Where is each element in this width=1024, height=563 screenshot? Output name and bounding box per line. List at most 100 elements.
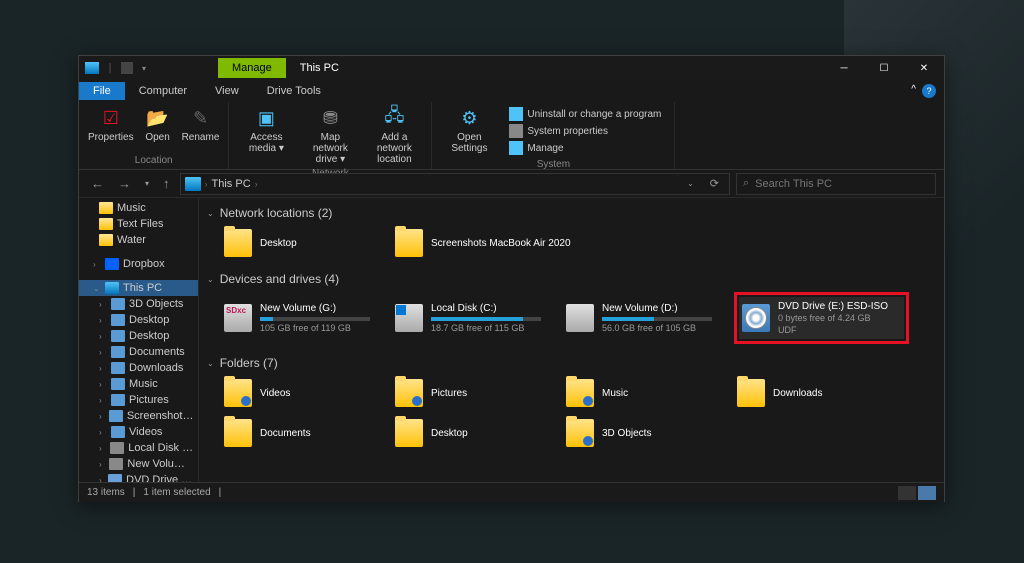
drive-local-disk-c[interactable]: Local Disk (C:)18.7 GB free of 115 GB: [392, 292, 557, 344]
ribbon-group-location: ☑Properties 📂Open ✎Rename Location: [79, 102, 229, 169]
breadcrumb-dropdown[interactable]: ⌄: [681, 179, 700, 188]
search-icon: ⌕: [743, 177, 749, 190]
chevron-right-icon[interactable]: ›: [205, 179, 208, 189]
sidebar-item-this-pc[interactable]: ⌄This PC: [79, 280, 198, 296]
folder-3d-objects[interactable]: 3D Objects: [563, 416, 728, 450]
sidebar-item-local-disk-c[interactable]: ›Local Disk (C:): [79, 440, 198, 456]
add-network-location-button[interactable]: 🖧Add a network location: [363, 104, 425, 167]
view-tab[interactable]: View: [201, 82, 253, 100]
chevron-down-icon[interactable]: ⌄: [93, 284, 101, 293]
help-icon[interactable]: ?: [922, 84, 936, 98]
minimize-button[interactable]: ─: [824, 56, 864, 80]
breadcrumb-segment[interactable]: This PC: [212, 178, 251, 190]
recent-dropdown[interactable]: ▾: [141, 179, 153, 188]
file-tab[interactable]: File: [79, 82, 125, 100]
sidebar-item-dropbox[interactable]: ›Dropbox: [79, 256, 198, 272]
videos-folder-icon: [224, 379, 252, 407]
status-selected-count: 1 item selected: [143, 487, 210, 498]
sidebar-item-documents[interactable]: ›Documents: [79, 344, 198, 360]
desktop-folder-icon: [395, 419, 423, 447]
chevron-down-icon[interactable]: ⌄: [207, 209, 214, 218]
chevron-down-icon[interactable]: ⌄: [207, 275, 214, 284]
sidebar-item-3d-objects[interactable]: ›3D Objects: [79, 296, 198, 312]
folder-videos[interactable]: Videos: [221, 376, 386, 410]
drive-icon: [566, 304, 594, 332]
sidebar-item-water[interactable]: Water: [79, 232, 198, 248]
sidebar-item-text-files[interactable]: Text Files: [79, 216, 198, 232]
qat-item[interactable]: [121, 62, 133, 74]
drive-new-volume-d[interactable]: New Volume (D:)56.0 GB free of 105 GB: [563, 292, 728, 344]
group-label-system: System: [438, 158, 668, 171]
folder-pictures[interactable]: Pictures: [392, 376, 557, 410]
back-button[interactable]: ←: [87, 176, 108, 191]
uninstall-icon: [509, 107, 523, 121]
details-view-button[interactable]: [898, 486, 916, 500]
map-network-drive-button[interactable]: ⛃Map network drive ▾: [299, 104, 361, 167]
sidebar-item-new-volume-d[interactable]: ›New Volume (D:): [79, 456, 198, 472]
rename-button[interactable]: ✎Rename: [179, 104, 223, 154]
chevron-right-icon[interactable]: ›: [93, 260, 101, 269]
sys-props-icon: [509, 124, 523, 138]
chevron-right-icon[interactable]: ›: [255, 179, 258, 189]
open-button[interactable]: 📂Open: [139, 104, 177, 154]
folder-documents[interactable]: Documents: [221, 416, 386, 450]
section-devices-drives[interactable]: ⌄Devices and drives (4): [207, 268, 936, 290]
window-title: This PC: [286, 58, 353, 78]
properties-button[interactable]: ☑Properties: [85, 104, 137, 154]
search-input[interactable]: ⌕ Search This PC: [736, 173, 936, 195]
qat-dropdown[interactable]: ▾: [136, 60, 152, 76]
section-network-locations[interactable]: ⌄Network locations (2): [207, 202, 936, 224]
sd-card-icon: SDxc: [224, 304, 252, 332]
sidebar-item-music-2[interactable]: ›Music: [79, 376, 198, 392]
breadcrumb[interactable]: › This PC › ⌄ ⟳: [180, 173, 730, 195]
open-icon: 📂: [146, 106, 170, 130]
music-folder-icon: [566, 379, 594, 407]
section-folders[interactable]: ⌄Folders (7): [207, 352, 936, 374]
ribbon-group-system: ⚙Open Settings Uninstall or change a pro…: [432, 102, 675, 169]
system-properties-button[interactable]: System properties: [506, 123, 664, 139]
network-item-desktop[interactable]: Desktop: [221, 226, 386, 260]
ribbon-group-network: ▣Access media ▾ ⛃Map network drive ▾ 🖧Ad…: [229, 102, 432, 169]
chevron-down-icon[interactable]: ⌄: [207, 359, 214, 368]
rename-icon: ✎: [188, 106, 212, 130]
media-icon: ▣: [254, 106, 278, 130]
sidebar-item-screenshots[interactable]: ›Screenshots MacB: [79, 408, 198, 424]
ribbon-expand-icon[interactable]: ^: [911, 84, 916, 98]
status-separator: |: [133, 487, 136, 498]
sidebar-item-music[interactable]: Music: [79, 200, 198, 216]
folder-desktop[interactable]: Desktop: [392, 416, 557, 450]
refresh-button[interactable]: ⟳: [704, 177, 725, 190]
folder-icon: [395, 229, 423, 257]
content-pane[interactable]: ⌄Network locations (2) Desktop Screensho…: [199, 198, 944, 482]
sidebar-item-pictures[interactable]: ›Pictures: [79, 392, 198, 408]
sidebar-item-videos[interactable]: ›Videos: [79, 424, 198, 440]
network-item-screenshots[interactable]: Screenshots MacBook Air 2020: [392, 226, 602, 260]
properties-icon: ☑: [99, 106, 123, 130]
up-button[interactable]: ↑: [159, 176, 174, 191]
drive-new-volume-g[interactable]: SDxc New Volume (G:)105 GB free of 119 G…: [221, 292, 386, 344]
quick-access-toolbar: | ▾: [79, 60, 158, 76]
tiles-view-button[interactable]: [918, 486, 936, 500]
sidebar-item-desktop[interactable]: ›Desktop: [79, 312, 198, 328]
forward-button[interactable]: →: [114, 176, 135, 191]
computer-tab[interactable]: Computer: [125, 82, 201, 100]
drive-tools-tab[interactable]: Drive Tools: [253, 82, 335, 100]
contextual-tab-manage[interactable]: Manage: [218, 58, 286, 78]
folder-music[interactable]: Music: [563, 376, 728, 410]
file-explorer-window: | ▾ Manage This PC ─ ☐ ✕ File Computer V…: [78, 55, 945, 502]
sidebar-item-downloads[interactable]: ›Downloads: [79, 360, 198, 376]
open-settings-button[interactable]: ⚙Open Settings: [438, 104, 500, 158]
view-buttons: [898, 486, 936, 500]
access-media-button[interactable]: ▣Access media ▾: [235, 104, 297, 167]
titlebar[interactable]: | ▾ Manage This PC ─ ☐ ✕: [79, 56, 944, 80]
folder-downloads[interactable]: Downloads: [734, 376, 899, 410]
manage-button[interactable]: Manage: [506, 140, 664, 156]
drive-dvd-e[interactable]: DVD Drive (E:) ESD-ISO0 bytes free of 4.…: [739, 297, 904, 339]
navigation-pane[interactable]: Music Text Files Water ›Dropbox ⌄This PC…: [79, 198, 199, 482]
sidebar-item-dvd-drive[interactable]: ›DVD Drive (E:) ESD-I: [79, 472, 198, 482]
close-button[interactable]: ✕: [904, 56, 944, 80]
status-item-count: 13 items: [87, 487, 125, 498]
uninstall-program-button[interactable]: Uninstall or change a program: [506, 106, 664, 122]
maximize-button[interactable]: ☐: [864, 56, 904, 80]
sidebar-item-desktop-2[interactable]: ›Desktop: [79, 328, 198, 344]
